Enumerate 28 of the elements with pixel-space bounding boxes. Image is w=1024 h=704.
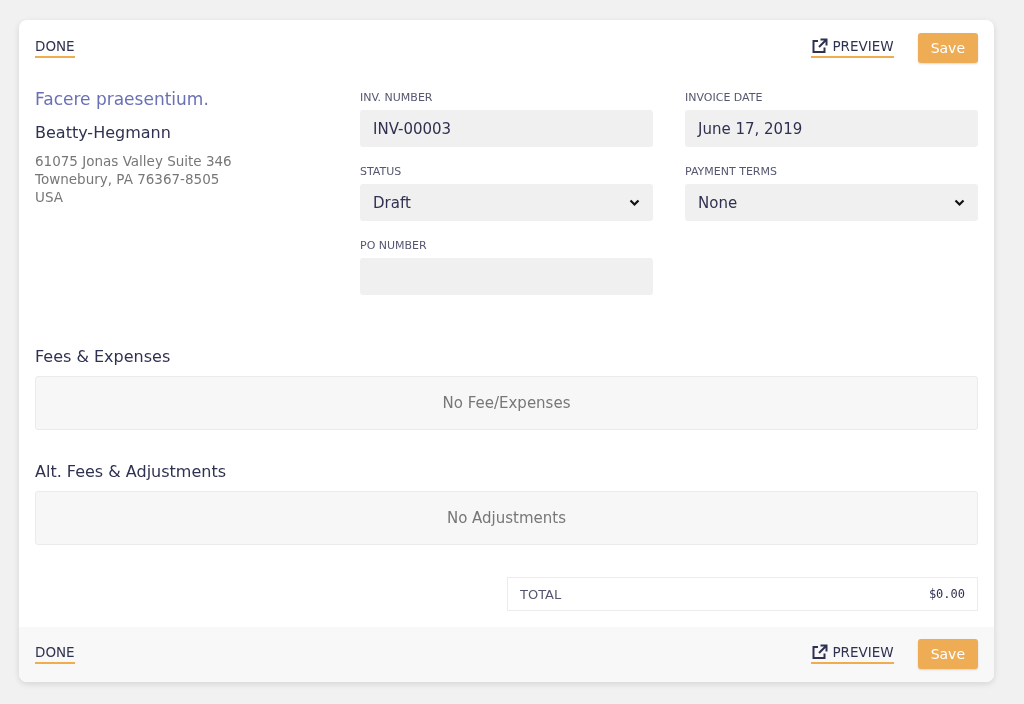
invoice-title: Facere praesentium. xyxy=(35,89,210,109)
field-label: INV. NUMBER xyxy=(360,91,434,104)
chevron-down-icon xyxy=(954,198,965,207)
input-field[interactable]: June 17, 2019 xyxy=(685,110,978,147)
external-link-icon xyxy=(811,643,829,660)
address-line: Townebury, PA 76367-8505 xyxy=(35,170,221,188)
done-link[interactable]: DONE xyxy=(35,37,75,58)
field-label: STATUS xyxy=(360,165,403,178)
preview-link[interactable]: PREVIEW xyxy=(811,37,894,58)
section-heading: Alt. Fees & Adjustments xyxy=(35,462,228,481)
chevron-down-icon xyxy=(629,198,640,207)
address-line: 61075 Jonas Valley Suite 346 xyxy=(35,152,233,170)
input-field[interactable]: INV-00003 xyxy=(360,110,653,147)
select-field[interactable]: Draft xyxy=(360,184,653,221)
select-field[interactable]: None xyxy=(685,184,978,221)
total-amount: $0.00 xyxy=(928,587,965,601)
external-link-icon xyxy=(811,37,829,54)
field-label: INVOICE DATE xyxy=(685,91,764,104)
client-name: Beatty-Hegmann xyxy=(35,123,172,142)
preview-link[interactable]: PREVIEW xyxy=(811,643,894,664)
total-label: TOTAL xyxy=(520,586,562,602)
empty-state-panel: No Fee/Expenses xyxy=(35,376,978,430)
address-line: USA xyxy=(35,188,64,206)
field-label: PO NUMBER xyxy=(360,239,428,252)
done-link[interactable]: DONE xyxy=(35,643,75,664)
section-heading: Fees & Expenses xyxy=(35,347,172,366)
empty-state-panel: No Adjustments xyxy=(35,491,978,545)
field-label: PAYMENT TERMS xyxy=(685,165,778,178)
